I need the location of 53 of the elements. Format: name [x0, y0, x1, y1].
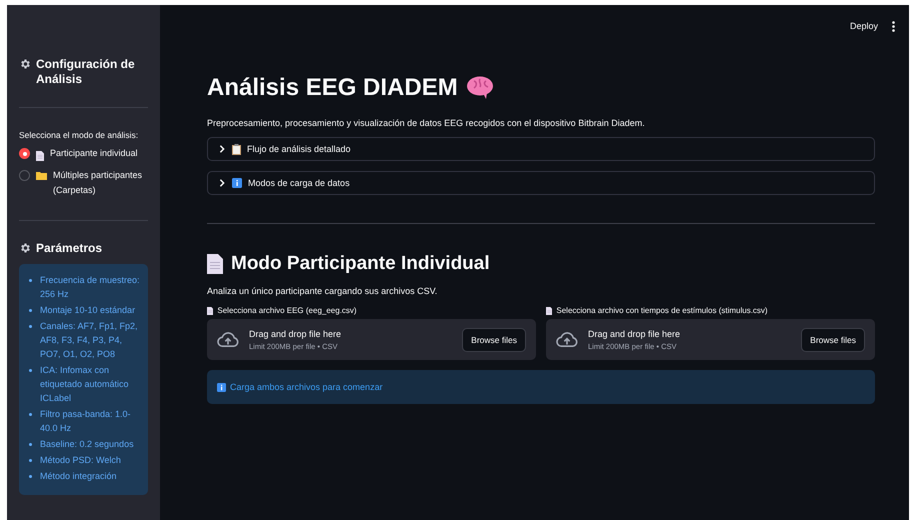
parameter-item: Montaje 10-10 estándar [40, 304, 136, 317]
gear-icon [19, 58, 31, 70]
clipboard-icon [232, 144, 241, 154]
deploy-button[interactable]: Deploy [850, 21, 878, 31]
parameter-item: Canales: AF7, Fp1, Fp2, AF8, F3, F4, P3, P4, PO7, O1, O2, PO8 [40, 320, 139, 361]
info-icon [217, 382, 226, 392]
gear-icon [19, 242, 31, 254]
info-message: Carga ambos archivos para comenzar [230, 382, 383, 392]
chevron-icon [218, 179, 226, 187]
list-bullet [29, 475, 32, 478]
expander[interactable]: Flujo de análisis detallado [207, 137, 875, 161]
document-icon [207, 254, 223, 274]
upload-cloud-icon [556, 332, 578, 348]
list-bullet [29, 413, 32, 416]
page-subtitle: Preprocesamiento, procesamiento y visualización de datos EEG recogidos con el dispositivo Bitbrain Diadem. [207, 118, 646, 128]
upload-cloud-icon [217, 332, 239, 348]
brain-icon [466, 76, 494, 100]
section-heading: Modo Participante Individual [231, 253, 490, 275]
uploader-label: Selecciona archivo con tiempos de estímulos (stimulus.csv) [556, 306, 768, 315]
section-title: Parámetros [36, 241, 102, 256]
document-icon [207, 306, 214, 314]
parameter-item: Método integración [40, 470, 117, 483]
document-icon [36, 151, 44, 161]
expander[interactable]: Modos de carga de datos [207, 171, 875, 195]
page-title: Análisis EEG DIADEM [207, 74, 458, 102]
dropzone-prompt: Drag and drop file here [588, 328, 682, 338]
list-bullet [29, 325, 32, 328]
parameter-item: Método PSD: Welch [40, 454, 121, 467]
radio-option-label[interactable]: Participante individual [50, 146, 138, 161]
section-description: Analiza un único participante cargando sus archivos CSV. [207, 286, 438, 296]
document-icon [546, 306, 552, 314]
list-bullet [29, 459, 32, 462]
list-bullet [29, 309, 32, 312]
browse-files-button[interactable]: Browse files [801, 328, 865, 352]
list-bullet [29, 369, 32, 372]
radio-option-label[interactable]: Múltiples participantes (Carpetas) [53, 168, 148, 198]
radio-button[interactable] [19, 170, 30, 181]
radio-group-label: Selecciona el modo de análisis: [19, 130, 140, 140]
dropzone-prompt: Drag and drop file here [249, 328, 342, 338]
browse-files-button[interactable]: Browse files [462, 328, 526, 352]
parameter-item: Baseline: 0.2 segundos [40, 438, 134, 451]
chevron-icon [218, 145, 226, 153]
info-icon [232, 178, 242, 188]
radio-button[interactable] [19, 148, 30, 159]
list-bullet [29, 279, 32, 282]
sidebar-title: Configuración de Análisis [36, 57, 136, 87]
parameter-item: Frecuencia de muestreo: 256 Hz [40, 274, 141, 301]
uploader-label: Selecciona archivo EEG (eeg_eeg.csv) [217, 306, 357, 315]
folder-icon [36, 171, 47, 180]
menu-icon[interactable] [892, 20, 895, 32]
parameter-item: Filtro pasa-banda: 1.0-40.0 Hz [40, 408, 132, 435]
parameter-item: ICA: Infomax con etiquetado automático ICLabel [40, 364, 130, 405]
list-bullet [29, 443, 32, 446]
